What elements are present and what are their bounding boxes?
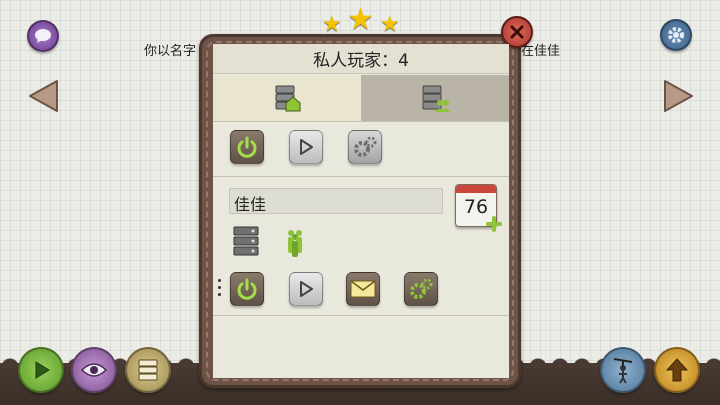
view-button[interactable] bbox=[71, 347, 117, 393]
plus-icon bbox=[486, 216, 502, 232]
arrow-right-icon bbox=[664, 80, 693, 112]
gears-icon bbox=[410, 278, 433, 299]
private-players-panel: 私人玩家：4 佳佳 76 bbox=[213, 44, 509, 378]
speech-bubble-icon bbox=[35, 29, 51, 43]
next-arrow-button[interactable] bbox=[662, 78, 696, 114]
puppet-icon bbox=[613, 358, 633, 384]
close-icon bbox=[510, 25, 524, 39]
server-home-icon bbox=[275, 85, 301, 112]
divider bbox=[213, 315, 509, 316]
power-icon bbox=[237, 278, 257, 300]
arrow-left-icon bbox=[29, 80, 58, 112]
gears-icon bbox=[354, 136, 377, 157]
upgrade-button[interactable] bbox=[654, 347, 700, 393]
star-icon: ★ bbox=[322, 12, 342, 37]
play-icon bbox=[300, 139, 313, 155]
play-icon bbox=[35, 361, 50, 379]
star-icon: ★ bbox=[347, 2, 374, 37]
previous-arrow-button[interactable] bbox=[26, 78, 60, 114]
chat-button[interactable] bbox=[27, 20, 59, 52]
server-icon bbox=[233, 226, 259, 256]
eye-icon bbox=[80, 363, 108, 377]
star-icon: ★ bbox=[380, 12, 400, 37]
background-hint-left: 你以名字 bbox=[144, 44, 197, 59]
player-power-button[interactable] bbox=[230, 272, 264, 306]
puppet-button[interactable] bbox=[600, 347, 646, 393]
settings-button[interactable] bbox=[348, 130, 382, 164]
drag-handle[interactable] bbox=[218, 279, 222, 299]
envelope-icon bbox=[350, 280, 376, 298]
player-message-button[interactable] bbox=[346, 272, 380, 306]
play-button[interactable] bbox=[289, 130, 323, 164]
server-list-icon bbox=[138, 359, 158, 381]
divider bbox=[213, 121, 509, 122]
power-button[interactable] bbox=[230, 130, 264, 164]
player-settings-button[interactable] bbox=[404, 272, 438, 306]
player-name-field[interactable]: 佳佳 bbox=[229, 188, 443, 214]
player-play-button[interactable] bbox=[289, 272, 323, 306]
play-icon bbox=[300, 281, 313, 297]
calendar-header bbox=[456, 185, 496, 193]
tab-home[interactable] bbox=[213, 75, 361, 121]
server-list-button[interactable] bbox=[125, 347, 171, 393]
arrow-up-icon bbox=[665, 358, 689, 382]
panel-title: 私人玩家：4 bbox=[213, 44, 509, 74]
power-icon bbox=[237, 136, 257, 158]
play-button[interactable] bbox=[18, 347, 64, 393]
tab-group[interactable] bbox=[361, 75, 509, 121]
divider bbox=[213, 176, 509, 177]
server-group-icon bbox=[422, 85, 450, 112]
gear-icon bbox=[668, 27, 684, 43]
calendar-add-button[interactable]: 76 bbox=[455, 184, 502, 232]
players-icon bbox=[288, 230, 302, 257]
settings-button[interactable] bbox=[660, 19, 692, 51]
